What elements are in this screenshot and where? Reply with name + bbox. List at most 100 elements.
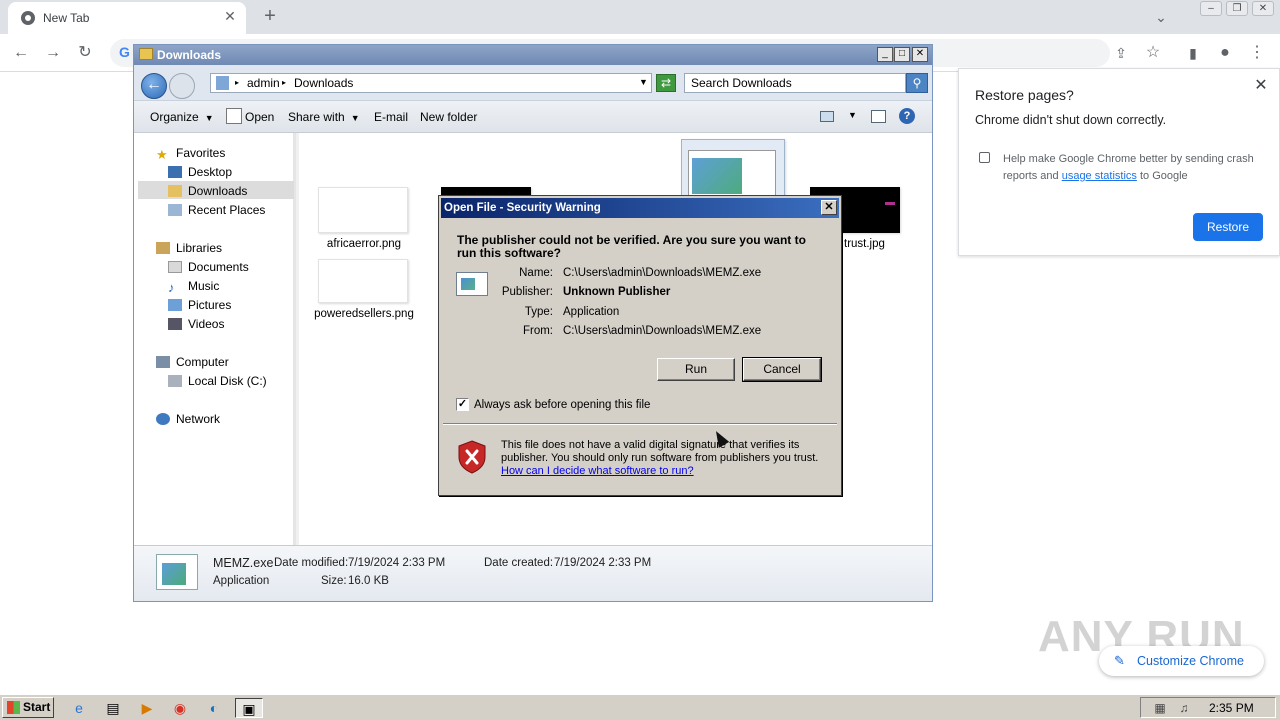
cancel-button[interactable]: Cancel	[742, 357, 822, 382]
refresh-icon[interactable]: ⇄	[656, 74, 676, 92]
navigation-pane: ★ Favorites Desktop Downloads Recent Plac…	[134, 133, 296, 545]
explorer-taskbar-icon[interactable]: ▤	[102, 698, 124, 718]
nav-computer[interactable]: Computer	[156, 354, 229, 371]
explorer-title: Downloads	[157, 48, 222, 62]
documents-icon	[168, 261, 182, 273]
address-box[interactable]: ▸ admin ▸ Downloads ▼	[210, 73, 652, 93]
start-button[interactable]: Start	[2, 697, 54, 718]
star-icon: ★	[156, 147, 168, 162]
bookmark-star-icon[interactable]: ☆	[1140, 41, 1166, 65]
nav-favorites[interactable]: ★ Favorites	[156, 145, 225, 162]
file-label[interactable]: trust.jpg	[844, 238, 894, 250]
name-label: Name:	[519, 267, 553, 279]
back-arrow-icon[interactable]: ←	[8, 41, 34, 65]
nav-videos[interactable]: Videos	[168, 316, 224, 333]
command-bar: Organize ▼ Open Share with ▼ E-mail New fo…	[134, 101, 932, 133]
window-controls: – ❐ ✕	[1200, 1, 1274, 17]
clock[interactable]: 2:35 PM	[1209, 701, 1254, 715]
menu-dots-icon[interactable]: ⋮	[1244, 41, 1270, 65]
run-button[interactable]: Run	[657, 358, 735, 381]
security-warning-dialog: Open File - Security Warning ✕ The publi…	[438, 195, 842, 496]
restore-close-icon[interactable]: ✕	[1251, 75, 1271, 95]
tab-new-tab[interactable]: New Tab ✕	[8, 2, 246, 34]
file-thumbnail[interactable]	[318, 259, 408, 303]
nav-desktop[interactable]: Desktop	[168, 164, 232, 181]
view-dropdown-icon[interactable]: ▼	[848, 110, 857, 120]
explorer-maximize-button[interactable]: □	[894, 47, 910, 62]
reload-icon[interactable]: ↻	[72, 41, 98, 65]
crash-report-checkbox[interactable]	[979, 152, 990, 163]
status-modified-value: 7/19/2024 2:33 PM	[348, 557, 446, 569]
nav-music[interactable]: ♪ Music	[168, 278, 219, 295]
usage-statistics-link[interactable]: usage statistics	[1062, 170, 1137, 182]
help-icon[interactable]: ?	[899, 108, 915, 124]
restore-title: Restore pages?	[975, 87, 1074, 103]
tab-search-icon[interactable]: ⌄	[1150, 6, 1172, 28]
email-button[interactable]: E-mail	[374, 110, 408, 124]
open-icon	[226, 108, 242, 124]
restore-button[interactable]: Restore	[1193, 213, 1263, 241]
pencil-icon: ✎	[1114, 653, 1125, 668]
search-input[interactable]: Search Downloads	[684, 73, 906, 93]
maximize-button[interactable]: ❐	[1226, 1, 1248, 16]
open-button[interactable]: Open	[245, 110, 274, 124]
chrome-taskbar-icon[interactable]: ◉	[169, 698, 191, 718]
from-label: From:	[522, 325, 553, 337]
breadcrumb-downloads[interactable]: Downloads	[294, 76, 353, 90]
view-options-icon[interactable]	[820, 111, 834, 122]
profile-icon[interactable]: ●	[1212, 41, 1238, 65]
internet-explorer-icon[interactable]: e	[68, 698, 90, 718]
new-folder-button[interactable]: New folder	[420, 110, 477, 124]
restore-message: Chrome didn't shut down correctly.	[975, 113, 1167, 127]
nav-recent-places[interactable]: Recent Places	[168, 202, 265, 219]
media-player-icon[interactable]: ▶	[136, 698, 158, 718]
tab-close-icon[interactable]: ✕	[222, 8, 238, 24]
back-button[interactable]: ←	[141, 73, 167, 99]
file-thumbnail[interactable]	[318, 187, 408, 233]
explorer-titlebar[interactable]: Downloads _ □ ✕	[134, 45, 932, 65]
side-panel-icon[interactable]: ▮	[1180, 41, 1206, 65]
minimize-button[interactable]: –	[1200, 1, 1222, 16]
taskbar: Start e ▤ ▶ ◉ ◐ ▣ ▦ ♫ 2:35 PM	[0, 694, 1280, 720]
nav-documents[interactable]: Documents	[168, 259, 249, 276]
security-dialog-taskbar-icon[interactable]: ▣	[235, 698, 263, 718]
search-icon[interactable]: ⚲	[906, 73, 928, 93]
explorer-close-button[interactable]: ✕	[912, 47, 928, 62]
forward-arrow-icon[interactable]: →	[40, 41, 66, 65]
type-value: Application	[563, 306, 620, 318]
nav-local-disk[interactable]: Local Disk (C:)	[168, 373, 267, 390]
dialog-titlebar[interactable]: Open File - Security Warning ✕	[441, 198, 839, 218]
address-dropdown-icon[interactable]: ▼	[639, 77, 648, 87]
how-to-decide-link[interactable]: How can I decide what software to run?	[501, 465, 694, 477]
customize-chrome-button[interactable]: ✎ Customize Chrome	[1099, 646, 1264, 676]
edge-taskbar-icon[interactable]: ◐	[203, 698, 225, 718]
selected-file-thumbnail[interactable]	[681, 139, 785, 199]
always-ask-checkbox[interactable]: ✓	[456, 398, 469, 411]
pictures-icon	[168, 299, 182, 311]
google-icon: G	[119, 44, 130, 60]
explorer-minimize-button[interactable]: _	[877, 47, 893, 62]
file-label[interactable]: poweredsellers.png	[304, 308, 424, 320]
nav-libraries[interactable]: Libraries	[156, 240, 222, 257]
desktop-icon	[168, 166, 182, 178]
dialog-close-button[interactable]: ✕	[821, 200, 837, 215]
from-value: C:\Users\admin\Downloads\MEMZ.exe	[563, 325, 762, 337]
nav-pictures[interactable]: Pictures	[168, 297, 231, 314]
new-tab-button[interactable]: +	[258, 5, 282, 29]
file-label[interactable]: africaerror.png	[309, 238, 419, 250]
breadcrumb-admin[interactable]: admin	[247, 76, 280, 90]
close-window-button[interactable]: ✕	[1252, 1, 1274, 16]
share-with-button[interactable]: Share with ▼	[288, 110, 360, 124]
nav-downloads[interactable]: Downloads	[168, 183, 247, 200]
nav-network[interactable]: Network	[156, 411, 220, 428]
always-ask-label[interactable]: Always ask before opening this file	[474, 399, 650, 411]
forward-button[interactable]	[169, 73, 195, 99]
preview-pane-icon[interactable]	[871, 110, 886, 123]
organize-button[interactable]: Organize ▼	[150, 110, 214, 124]
network-tray-icon[interactable]: ▦	[1153, 701, 1167, 715]
system-tray: ▦ ♫ 2:35 PM	[1140, 697, 1276, 718]
volume-icon[interactable]: ♫	[1177, 701, 1191, 715]
tab-title: New Tab	[43, 11, 90, 25]
share-icon[interactable]: ⇪	[1108, 41, 1134, 65]
restore-pages-panel: Restore pages? ✕ Chrome didn't shut down…	[958, 68, 1280, 256]
